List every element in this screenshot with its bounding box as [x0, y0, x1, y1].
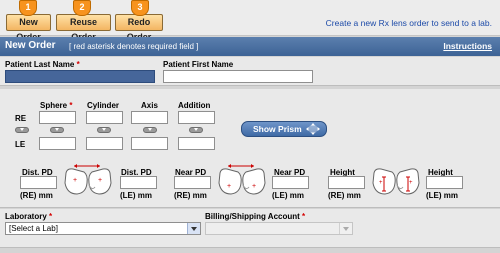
chevron-down-icon [187, 223, 200, 234]
last-name-input[interactable] [5, 70, 155, 83]
laboratory-required-asterisk: * [49, 212, 53, 221]
first-name-label: Patient First Name [163, 60, 234, 69]
height-re-input[interactable] [328, 176, 365, 189]
height-re-unit: (RE) mm [328, 191, 361, 200]
form-title: New Order [5, 40, 56, 51]
re-axis-input[interactable] [131, 111, 168, 124]
near-pd-le-unit: (LE) mm [272, 191, 304, 200]
sphere-header: Sphere * [40, 101, 72, 110]
copy-addition-button[interactable] [189, 127, 203, 133]
height-le-unit: (LE) mm [426, 191, 458, 200]
re-sphere-input[interactable] [39, 111, 76, 124]
height-le-input[interactable] [426, 176, 463, 189]
laboratory-label-text: Laboratory [5, 212, 47, 221]
billing-account-select[interactable] [205, 222, 353, 235]
laboratory-select[interactable]: [Select a Lab] [5, 222, 201, 235]
first-name-input[interactable] [163, 70, 313, 83]
patient-section: Patient Last Name * Patient First Name [0, 57, 500, 86]
form-header: New Order [ red asterisk denotes require… [0, 37, 500, 56]
toolbar: New Order 1 Reuse Order 2 Redo Order 3 C… [0, 0, 500, 42]
dist-pd-re-unit: (RE) mm [20, 191, 53, 200]
dist-pd-re-input[interactable] [20, 176, 57, 189]
show-prism-label: Show Prism [253, 124, 302, 134]
near-pd-re-input[interactable] [174, 176, 211, 189]
le-addition-input[interactable] [178, 137, 215, 150]
laboratory-select-value: [Select a Lab] [9, 224, 58, 233]
svg-text:+: + [409, 180, 413, 186]
near-pd-re-unit: (RE) mm [174, 191, 207, 200]
sphere-header-text: Sphere [40, 101, 68, 110]
re-addition-input[interactable] [178, 111, 215, 124]
copy-cylinder-button[interactable] [97, 127, 111, 133]
required-asterisk: * [76, 60, 80, 69]
dist-pd-le-unit: (LE) mm [120, 191, 152, 200]
svg-text:+: + [73, 177, 77, 184]
svg-text:+: + [379, 180, 383, 186]
svg-text:+: + [227, 183, 231, 190]
le-cylinder-input[interactable] [86, 137, 123, 150]
re-cylinder-input[interactable] [86, 111, 123, 124]
create-order-link[interactable]: Create a new Rx lens order to send to a … [326, 18, 492, 28]
axis-header: Axis [141, 101, 158, 110]
instructions-link[interactable]: Instructions [443, 41, 492, 51]
le-row-label: LE [15, 140, 26, 149]
new-order-button[interactable]: New Order [6, 14, 51, 42]
billing-label: Billing/Shipping Account * [205, 212, 305, 221]
cylinder-header: Cylinder [87, 101, 120, 110]
show-prism-button[interactable]: Show Prism [241, 121, 327, 137]
re-row-label: RE [15, 114, 27, 123]
step-badge-3: 3 [131, 0, 149, 16]
lab-section: Laboratory * [Select a Lab] Billing/Ship… [0, 209, 500, 248]
copy-axis-button[interactable] [143, 127, 157, 133]
step-badge-1: 1 [19, 0, 37, 16]
dist-pd-le-input[interactable] [120, 176, 157, 189]
near-pd-lens-icon: + + [218, 164, 266, 195]
move-arrows-icon [306, 123, 320, 135]
near-pd-le-input[interactable] [272, 176, 309, 189]
last-name-label: Patient Last Name * [5, 60, 80, 69]
chevron-down-icon [339, 223, 352, 234]
height-lens-icon: + + [372, 168, 420, 195]
dist-pd-lens-icon: + + [64, 164, 112, 195]
sphere-required-asterisk: * [69, 101, 73, 110]
svg-text:+: + [252, 183, 256, 190]
billing-label-text: Billing/Shipping Account [205, 212, 300, 221]
laboratory-label: Laboratory * [5, 212, 52, 221]
billing-required-asterisk: * [302, 212, 306, 221]
redo-order-button[interactable]: Redo Order [115, 14, 163, 42]
copy-row-button[interactable] [15, 127, 29, 133]
copy-sphere-button[interactable] [50, 127, 64, 133]
svg-text:+: + [98, 177, 102, 184]
required-note: [ red asterisk denotes required field ] [69, 42, 199, 51]
le-sphere-input[interactable] [39, 137, 76, 150]
reuse-order-button[interactable]: Reuse Order [56, 14, 111, 42]
addition-header: Addition [178, 101, 211, 110]
le-axis-input[interactable] [131, 137, 168, 150]
last-name-label-text: Patient Last Name [5, 60, 75, 69]
step-badge-2: 2 [73, 0, 91, 16]
